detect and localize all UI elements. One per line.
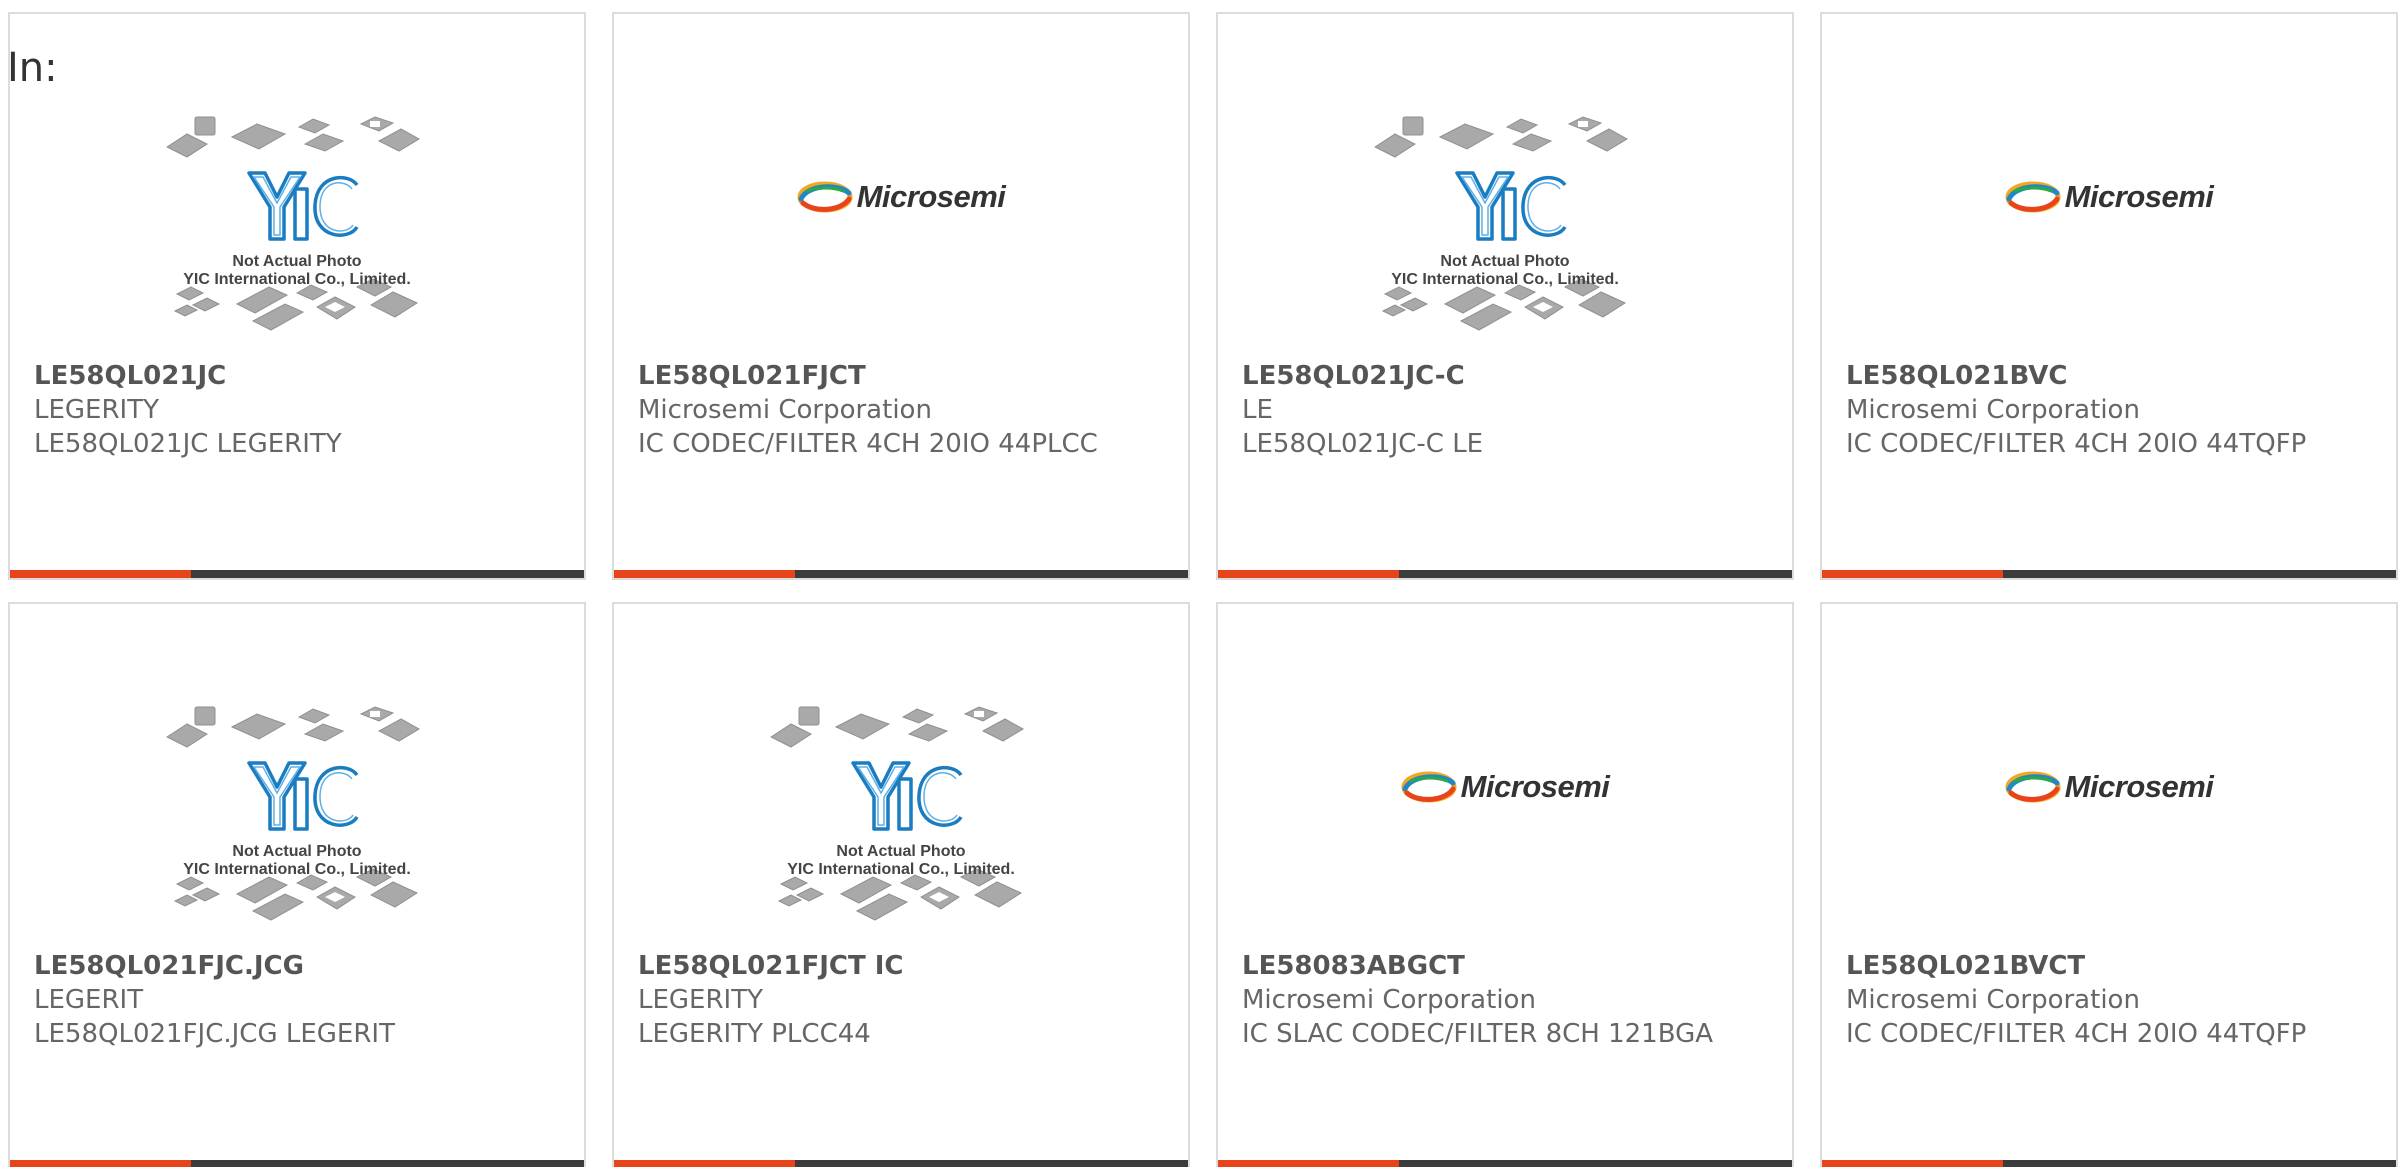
description: IC CODEC/FILTER 4CH 20IO 44PLCC bbox=[638, 429, 1098, 459]
yic-caption-line1: Not Actual Photo bbox=[1440, 253, 1570, 270]
part-number-link[interactable]: LE58QL021FJCT bbox=[638, 359, 1168, 393]
microsemi-wordmark: Microsemi bbox=[1460, 769, 1610, 804]
microsemi-logo-image: Microsemi bbox=[1822, 177, 2396, 217]
microsemi-swoosh-icon bbox=[2005, 181, 2061, 213]
manufacturer: Microsemi Corporation bbox=[638, 395, 932, 425]
product-image[interactable]: Not Actual Photo YIC International Co., … bbox=[1218, 89, 1792, 364]
card-accent-bar bbox=[1218, 570, 1399, 578]
yic-caption-line1: Not Actual Photo bbox=[836, 843, 966, 860]
product-info: LE58QL021JC-C LE LE58QL021JC-C LE bbox=[1242, 359, 1772, 461]
product-info: LE58083ABGCT Microsemi Corporation IC SLAC… bbox=[1242, 949, 1772, 1051]
product-image[interactable]: Microsemi bbox=[1822, 89, 2396, 364]
product-card[interactable]: Not Actual Photo YIC International Co., … bbox=[8, 602, 586, 1167]
card-footer-bar bbox=[1218, 570, 1792, 578]
card-accent-bar bbox=[614, 570, 795, 578]
manufacturer: LEGERIT bbox=[34, 985, 144, 1015]
yic-caption-line2: YIC International Co., Limited. bbox=[1391, 271, 1619, 288]
yic-placeholder-image: Not Actual Photo YIC International Co., … bbox=[10, 89, 584, 364]
yic-placeholder-image: Not Actual Photo YIC International Co., … bbox=[1218, 89, 1792, 364]
microsemi-wordmark: Microsemi bbox=[2064, 769, 2214, 804]
description: LE58QL021JC-C LE bbox=[1242, 429, 1484, 459]
product-card[interactable]: Microsemi LE58QL021BVCT Microsemi Corpora… bbox=[1820, 602, 2398, 1167]
yic-caption-line1: Not Actual Photo bbox=[232, 253, 362, 270]
card-footer-bar bbox=[614, 1160, 1188, 1167]
card-footer-bar bbox=[1822, 1160, 2396, 1167]
product-info: LE58QL021JC LEGERITY LE58QL021JC LEGERITY bbox=[34, 359, 564, 461]
yic-caption-line2: YIC International Co., Limited. bbox=[183, 861, 411, 878]
product-card[interactable]: Not Actual Photo YIC International Co., … bbox=[612, 602, 1190, 1167]
manufacturer: LE bbox=[1242, 395, 1273, 425]
description: LE58QL021JC LEGERITY bbox=[34, 429, 342, 459]
card-accent-bar bbox=[1822, 1160, 2003, 1167]
product-info: LE58QL021FJC.JCG LEGERIT LE58QL021FJC.JCG … bbox=[34, 949, 564, 1051]
yic-caption-line1: Not Actual Photo bbox=[232, 843, 362, 860]
yic-logo-icon bbox=[165, 116, 420, 331]
filter-label: In: bbox=[7, 45, 58, 91]
card-footer-bar bbox=[10, 1160, 584, 1167]
microsemi-wordmark: Microsemi bbox=[856, 179, 1006, 214]
part-number-link[interactable]: LE58QL021JC-C bbox=[1242, 359, 1772, 393]
product-info: LE58QL021FJCT Microsemi Corporation IC COD… bbox=[638, 359, 1168, 461]
part-number-link[interactable]: LE58083ABGCT bbox=[1242, 949, 1772, 983]
product-image[interactable]: Not Actual Photo YIC International Co., … bbox=[10, 89, 584, 364]
microsemi-swoosh-icon bbox=[1401, 771, 1457, 803]
yic-caption-line2: YIC International Co., Limited. bbox=[183, 271, 411, 288]
yic-logo-icon bbox=[165, 706, 420, 921]
product-image[interactable]: Not Actual Photo YIC International Co., … bbox=[10, 679, 584, 954]
manufacturer: LEGERITY bbox=[34, 395, 159, 425]
description: IC SLAC CODEC/FILTER 8CH 121BGA bbox=[1242, 1019, 1714, 1049]
part-number-link[interactable]: LE58QL021BVCT bbox=[1846, 949, 2376, 983]
card-accent-bar bbox=[1218, 1160, 1399, 1167]
microsemi-logo-image: Microsemi bbox=[614, 177, 1188, 217]
card-accent-bar bbox=[614, 1160, 795, 1167]
product-image[interactable]: Not Actual Photo YIC International Co., … bbox=[614, 679, 1188, 954]
card-accent-bar bbox=[10, 1160, 191, 1167]
card-footer-bar bbox=[614, 570, 1188, 578]
product-card[interactable]: Microsemi LE58QL021BVC Microsemi Corporat… bbox=[1820, 12, 2398, 580]
yic-logo-icon bbox=[1373, 116, 1628, 331]
yic-placeholder-image: Not Actual Photo YIC International Co., … bbox=[10, 679, 584, 954]
manufacturer: LEGERITY bbox=[638, 985, 763, 1015]
card-footer-bar bbox=[1822, 570, 2396, 578]
product-info: LE58QL021BVC Microsemi Corporation IC CODE… bbox=[1846, 359, 2376, 461]
card-footer-bar bbox=[10, 570, 584, 578]
part-number-link[interactable]: LE58QL021BVC bbox=[1846, 359, 2376, 393]
part-number-link[interactable]: LE58QL021FJC.JCG bbox=[34, 949, 564, 983]
product-card[interactable]: Microsemi LE58QL021FJCT Microsemi Corpora… bbox=[612, 12, 1190, 580]
part-number-link[interactable]: LE58QL021FJCT IC bbox=[638, 949, 1168, 983]
product-image[interactable]: Microsemi bbox=[1822, 679, 2396, 954]
product-image[interactable]: Microsemi bbox=[1218, 679, 1792, 954]
part-number-link[interactable]: LE58QL021JC bbox=[34, 359, 564, 393]
product-image[interactable]: Microsemi bbox=[614, 89, 1188, 364]
microsemi-wordmark: Microsemi bbox=[2064, 179, 2214, 214]
description: IC CODEC/FILTER 4CH 20IO 44TQFP bbox=[1846, 429, 2307, 459]
manufacturer: Microsemi Corporation bbox=[1242, 985, 1536, 1015]
product-card[interactable]: Not Actual Photo YIC International Co., … bbox=[8, 12, 586, 580]
microsemi-swoosh-icon bbox=[2005, 771, 2061, 803]
microsemi-swoosh-icon bbox=[797, 181, 853, 213]
product-card[interactable]: Not Actual Photo YIC International Co., … bbox=[1216, 12, 1794, 580]
product-results-page: In: Not Actual Photo YIC International C… bbox=[0, 0, 2400, 1167]
microsemi-logo-image: Microsemi bbox=[1822, 767, 2396, 807]
yic-placeholder-image: Not Actual Photo YIC International Co., … bbox=[614, 679, 1188, 954]
manufacturer: Microsemi Corporation bbox=[1846, 395, 2140, 425]
description: IC CODEC/FILTER 4CH 20IO 44TQFP bbox=[1846, 1019, 2307, 1049]
microsemi-logo-image: Microsemi bbox=[1218, 767, 1792, 807]
card-accent-bar bbox=[10, 570, 191, 578]
manufacturer: Microsemi Corporation bbox=[1846, 985, 2140, 1015]
yic-caption-line2: YIC International Co., Limited. bbox=[787, 861, 1015, 878]
card-footer-bar bbox=[1218, 1160, 1792, 1167]
card-accent-bar bbox=[1822, 570, 2003, 578]
product-card[interactable]: Microsemi LE58083ABGCT Microsemi Corporat… bbox=[1216, 602, 1794, 1167]
yic-logo-icon bbox=[769, 706, 1024, 921]
product-info: LE58QL021FJCT IC LEGERITY LEGERITY PLCC44 bbox=[638, 949, 1168, 1051]
description: LEGERITY PLCC44 bbox=[638, 1019, 871, 1049]
product-info: LE58QL021BVCT Microsemi Corporation IC COD… bbox=[1846, 949, 2376, 1051]
description: LE58QL021FJC.JCG LEGERIT bbox=[34, 1019, 395, 1049]
